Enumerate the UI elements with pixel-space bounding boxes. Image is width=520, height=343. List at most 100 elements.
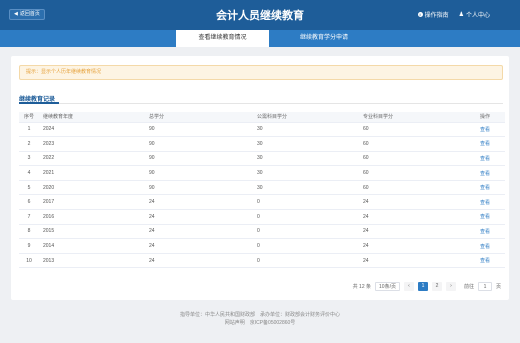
table-cell: 60 bbox=[359, 180, 465, 196]
table-cell: 2023 bbox=[39, 136, 145, 152]
table-row: 2 2023 90 30 60 查看 bbox=[19, 136, 505, 152]
goto-page-input[interactable]: 1 bbox=[477, 282, 492, 291]
view-link[interactable]: 查看 bbox=[480, 200, 490, 206]
view-link[interactable]: 查看 bbox=[480, 258, 490, 264]
table-row: 10 2013 24 0 24 查看 bbox=[19, 253, 505, 269]
prev-page-button[interactable]: ‹ bbox=[403, 282, 414, 291]
notice-banner: 提示：显示个人历年继续教育情况 bbox=[19, 65, 503, 80]
table-row: 5 2020 90 30 60 查看 bbox=[19, 180, 505, 196]
row-index: 7 bbox=[19, 209, 39, 225]
footer-line-2: 网站声明 京ICP备05002860号 bbox=[224, 320, 296, 326]
table-cell: 24 bbox=[359, 209, 465, 225]
col-header: 继续教育年度 bbox=[39, 112, 145, 123]
view-link[interactable]: 查看 bbox=[480, 156, 490, 162]
table-cell: 24 bbox=[145, 238, 253, 254]
table-cell: 24 bbox=[145, 209, 253, 225]
table-cell: 2020 bbox=[39, 180, 145, 196]
view-link[interactable]: 查看 bbox=[480, 127, 490, 133]
section-divider bbox=[19, 103, 503, 104]
table-cell: 0 bbox=[253, 194, 359, 211]
row-index: 4 bbox=[19, 165, 39, 181]
tab-view-records[interactable]: 查看继续教育情况 bbox=[176, 30, 269, 47]
page-button-2[interactable]: 2 bbox=[431, 282, 442, 291]
col-header: 序号 bbox=[19, 112, 39, 123]
page-suffix: 页 bbox=[495, 284, 501, 290]
page-button-1[interactable]: 1 bbox=[417, 282, 428, 291]
table-cell: 60 bbox=[359, 122, 465, 138]
row-index: 10 bbox=[19, 253, 39, 269]
table-cell: 2017 bbox=[39, 194, 145, 211]
table-cell: 90 bbox=[145, 122, 253, 138]
row-index: 1 bbox=[19, 122, 39, 138]
table-row: 9 2014 24 0 24 查看 bbox=[19, 238, 505, 254]
row-index: 5 bbox=[19, 180, 39, 196]
view-link[interactable]: 查看 bbox=[480, 229, 490, 235]
table-row: 1 2024 90 30 60 查看 bbox=[19, 122, 505, 138]
pagination: 共 12 条 10条/页 ‹ 1 2 › 前往 1 页 bbox=[353, 282, 501, 291]
table-cell: 2021 bbox=[39, 165, 145, 181]
section-underline bbox=[19, 102, 59, 104]
table-row: 8 2015 24 0 24 查看 bbox=[19, 224, 505, 240]
table-cell: 30 bbox=[253, 165, 359, 181]
table-cell: 2014 bbox=[39, 238, 145, 254]
view-link[interactable]: 查看 bbox=[480, 141, 490, 147]
row-index: 2 bbox=[19, 136, 39, 152]
row-index: 9 bbox=[19, 238, 39, 254]
user-icon: ♟ bbox=[458, 12, 464, 18]
view-link[interactable]: 查看 bbox=[480, 214, 490, 220]
table-cell: 2015 bbox=[39, 224, 145, 240]
table-row: 4 2021 90 30 60 查看 bbox=[19, 165, 505, 181]
table-cell: 24 bbox=[359, 238, 465, 254]
row-action: 查看 bbox=[465, 238, 505, 254]
row-action: 查看 bbox=[465, 136, 505, 152]
table-cell: 60 bbox=[359, 165, 465, 181]
table-cell: 0 bbox=[253, 209, 359, 225]
table-cell: 24 bbox=[145, 224, 253, 240]
table-cell: 30 bbox=[253, 136, 359, 152]
tab-bar: 查看继续教育情况 继续教育学分申请 bbox=[0, 30, 520, 47]
table-cell: 60 bbox=[359, 151, 465, 167]
guide-label: 操作指南 bbox=[424, 13, 449, 19]
table-cell: 90 bbox=[145, 165, 253, 181]
table-cell: 30 bbox=[253, 180, 359, 196]
top-header: ◀ 返回首页 会计人员继续教育 i 操作指南 ♟ 个人中心 bbox=[0, 0, 520, 30]
col-header: 总学分 bbox=[145, 112, 253, 123]
footer-line-1: 指导单位：中华人民共和国财政部 承办单位：财政部会计财务评价中心 bbox=[179, 312, 340, 318]
table-cell: 2024 bbox=[39, 122, 145, 138]
view-link[interactable]: 查看 bbox=[480, 244, 490, 250]
tab-credit-application[interactable]: 继续教育学分申请 bbox=[269, 30, 379, 47]
table-cell: 24 bbox=[145, 194, 253, 211]
table-cell: 0 bbox=[253, 253, 359, 269]
table-cell: 2016 bbox=[39, 209, 145, 225]
next-page-button[interactable]: › bbox=[445, 282, 456, 291]
user-center-label: 个人中心 bbox=[465, 13, 490, 19]
row-action: 查看 bbox=[465, 180, 505, 196]
col-header: 专业科目学分 bbox=[359, 112, 465, 123]
guide-link[interactable]: i 操作指南 bbox=[417, 10, 449, 19]
table-header-row: 序号 继续教育年度 总学分 公需科目学分 专业科目学分 操作 bbox=[19, 112, 505, 123]
info-icon: i bbox=[417, 12, 423, 17]
col-header: 公需科目学分 bbox=[253, 112, 359, 123]
table-cell: 24 bbox=[359, 224, 465, 240]
table-cell: 24 bbox=[145, 253, 253, 269]
row-action: 查看 bbox=[465, 165, 505, 181]
row-action: 查看 bbox=[465, 209, 505, 225]
table-cell: 0 bbox=[253, 224, 359, 240]
table-cell: 24 bbox=[359, 253, 465, 269]
table-cell: 90 bbox=[145, 180, 253, 196]
goto-label: 前往 bbox=[463, 284, 474, 290]
table-row: 3 2022 90 30 60 查看 bbox=[19, 151, 505, 167]
table-cell: 30 bbox=[253, 151, 359, 167]
table-cell: 60 bbox=[359, 136, 465, 152]
page-size-select[interactable]: 10条/页 bbox=[375, 282, 400, 291]
table-cell: 2013 bbox=[39, 253, 145, 269]
row-index: 6 bbox=[19, 194, 39, 211]
table-cell: 0 bbox=[253, 238, 359, 254]
row-action: 查看 bbox=[465, 224, 505, 240]
total-count: 共 12 条 bbox=[352, 284, 372, 290]
user-center-link[interactable]: ♟ 个人中心 bbox=[459, 10, 490, 19]
table-cell: 30 bbox=[253, 122, 359, 138]
view-link[interactable]: 查看 bbox=[480, 171, 490, 177]
footer: 指导单位：中华人民共和国财政部 承办单位：财政部会计财务评价中心 网站声明 京I… bbox=[0, 311, 520, 327]
view-link[interactable]: 查看 bbox=[480, 185, 490, 191]
